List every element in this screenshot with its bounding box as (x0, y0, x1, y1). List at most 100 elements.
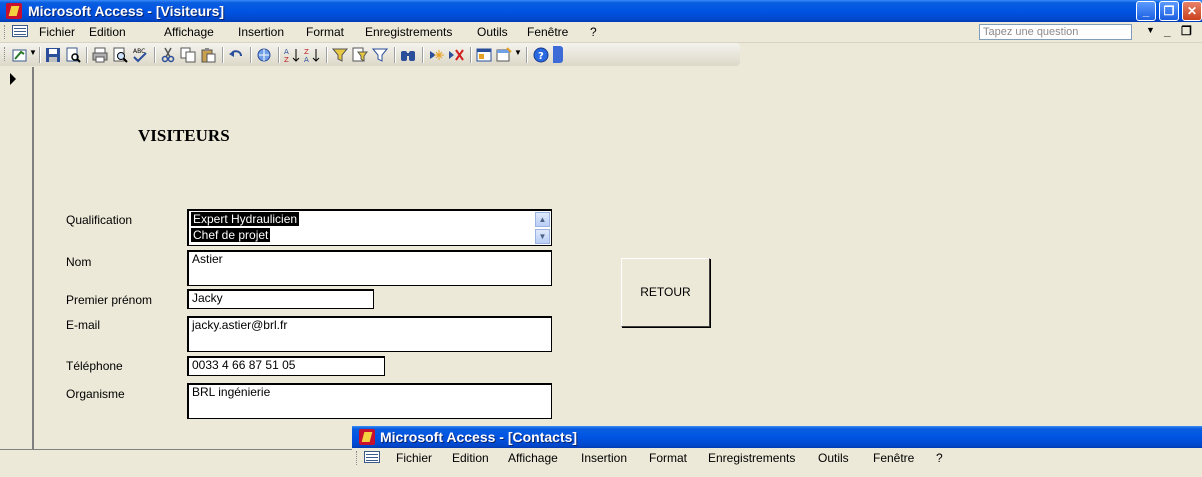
telephone-field[interactable]: 0033 4 66 87 51 05 (187, 356, 385, 376)
paste-icon[interactable] (200, 47, 216, 63)
label-organisme: Organisme (66, 387, 125, 401)
scroll-up-icon[interactable]: ▲ (535, 212, 550, 227)
menu-fenetre[interactable]: Fenêtre (873, 451, 914, 465)
spelling-icon[interactable]: ABC (132, 47, 148, 63)
current-record-icon (10, 73, 16, 85)
menu-affichage[interactable]: Affichage (508, 451, 558, 465)
toolbar-separator (39, 47, 41, 63)
svg-text:?: ? (538, 51, 544, 62)
menu-insertion[interactable]: Insertion (581, 451, 627, 465)
toolbar-grip[interactable] (4, 47, 8, 61)
question-dropdown-icon[interactable]: ▼ (1146, 25, 1155, 35)
label-qualification: Qualification (66, 213, 133, 227)
access-app-icon[interactable] (6, 3, 22, 19)
find-icon[interactable] (400, 47, 416, 63)
access-app-icon[interactable] (359, 429, 375, 445)
form-document-icon[interactable] (12, 25, 28, 37)
minimize-button[interactable]: _ (1136, 1, 1156, 21)
close-button[interactable]: ✕ (1182, 1, 1202, 21)
menu-edition[interactable]: Edition (89, 25, 126, 39)
nom-field[interactable]: Astier (187, 250, 552, 286)
help-icon[interactable]: ? (533, 47, 549, 63)
qualification-listbox[interactable]: Expert Hydraulicien Chef de projet ▲ ▼ (187, 209, 552, 246)
menu-grip[interactable] (4, 25, 8, 39)
title-bar: Microsoft Access - [Visiteurs] _ ❐ ✕ (0, 0, 1202, 22)
menu-grip[interactable] (356, 451, 360, 465)
toolbar-separator (326, 47, 328, 63)
toolbar-separator (154, 47, 156, 63)
menu-fenetre[interactable]: Fenêtre (527, 25, 568, 39)
menu-format[interactable]: Format (306, 25, 344, 39)
window-title: Microsoft Access - [Contacts] (380, 429, 578, 445)
new-record-icon[interactable] (428, 47, 444, 63)
menu-edition[interactable]: Edition (452, 451, 489, 465)
new-object-dropdown-icon[interactable]: ▼ (514, 48, 522, 57)
toolbar-separator (422, 47, 424, 63)
menu-outils[interactable]: Outils (477, 25, 508, 39)
label-telephone: Téléphone (66, 359, 123, 373)
menu-help[interactable]: ? (936, 451, 943, 465)
mdi-minimize-button[interactable]: _ (1164, 24, 1171, 38)
new-object-icon[interactable] (496, 47, 512, 63)
hyperlink-icon[interactable] (256, 47, 272, 63)
toolbar: ▼ ABC AZ ZA ▼ ? (0, 43, 740, 66)
view-icon[interactable] (12, 47, 28, 63)
toolbar-separator (222, 47, 224, 63)
menu-enregistrements[interactable]: Enregistrements (365, 25, 452, 39)
window-title: Microsoft Access - [Visiteurs] (28, 3, 225, 19)
menu-bar: Fichier Edition Affichage Insertion Form… (0, 22, 1202, 43)
menu-format[interactable]: Format (649, 451, 687, 465)
delete-record-icon[interactable] (448, 47, 464, 63)
undo-icon[interactable] (228, 47, 244, 63)
organisme-field[interactable]: BRL ingénierie (187, 383, 552, 419)
list-item[interactable]: Expert Hydraulicien (191, 212, 300, 226)
menu-help[interactable]: ? (590, 25, 597, 39)
svg-text:A: A (284, 48, 289, 56)
mdi-restore-button[interactable]: ❐ (1181, 24, 1192, 38)
sort-descending-icon[interactable]: ZA (304, 47, 320, 63)
access-window-visiteurs: Microsoft Access - [Visiteurs] _ ❐ ✕ Fic… (0, 0, 1202, 477)
filter-by-selection-icon[interactable] (332, 47, 348, 63)
menu-enregistrements[interactable]: Enregistrements (708, 451, 795, 465)
svg-text:A: A (304, 56, 309, 63)
scroll-down-icon[interactable]: ▼ (535, 229, 550, 244)
menu-insertion[interactable]: Insertion (238, 25, 284, 39)
cut-icon[interactable] (160, 47, 176, 63)
list-item[interactable]: Chef de projet (191, 228, 271, 242)
toolbar-options-button[interactable] (553, 46, 563, 63)
title-bar: Microsoft Access - [Contacts] (352, 426, 1202, 448)
toolbar-separator (278, 47, 280, 63)
toolbar-separator (250, 47, 252, 63)
search-file-icon[interactable] (65, 47, 81, 63)
record-selector[interactable] (0, 67, 34, 450)
print-icon[interactable] (92, 47, 108, 63)
view-dropdown-icon[interactable]: ▼ (29, 48, 37, 57)
listbox-scrollbar[interactable]: ▲ ▼ (535, 212, 550, 245)
print-preview-icon[interactable] (112, 47, 128, 63)
label-nom: Nom (66, 255, 92, 269)
toolbar-separator (470, 47, 472, 63)
restore-button[interactable]: ❐ (1159, 1, 1179, 21)
menu-fichier[interactable]: Fichier (39, 25, 75, 39)
sort-ascending-icon[interactable]: AZ (284, 47, 300, 63)
svg-text:Z: Z (304, 48, 309, 56)
apply-filter-icon[interactable] (372, 47, 388, 63)
menu-outils[interactable]: Outils (818, 451, 849, 465)
prenom-field[interactable]: Jacky (187, 289, 374, 309)
toolbar-separator (394, 47, 396, 63)
retour-button[interactable]: RETOUR (621, 258, 710, 327)
email-field[interactable]: jacky.astier@brl.fr (187, 316, 552, 352)
filter-by-form-icon[interactable] (352, 47, 368, 63)
label-email: E-mail (66, 318, 101, 332)
form-document-icon[interactable] (364, 451, 380, 463)
question-input[interactable]: Tapez une question (979, 24, 1132, 40)
svg-text:Z: Z (284, 56, 289, 63)
menu-affichage[interactable]: Affichage (164, 25, 214, 39)
database-window-icon[interactable] (476, 47, 492, 63)
copy-icon[interactable] (180, 47, 196, 63)
save-icon[interactable] (45, 47, 61, 63)
label-prenom: Premier prénom (66, 293, 153, 307)
menu-fichier[interactable]: Fichier (396, 451, 432, 465)
menu-bar: Fichier Edition Affichage Insertion Form… (352, 448, 1202, 468)
access-window-contacts[interactable]: Microsoft Access - [Contacts] Fichier Ed… (352, 426, 1202, 477)
